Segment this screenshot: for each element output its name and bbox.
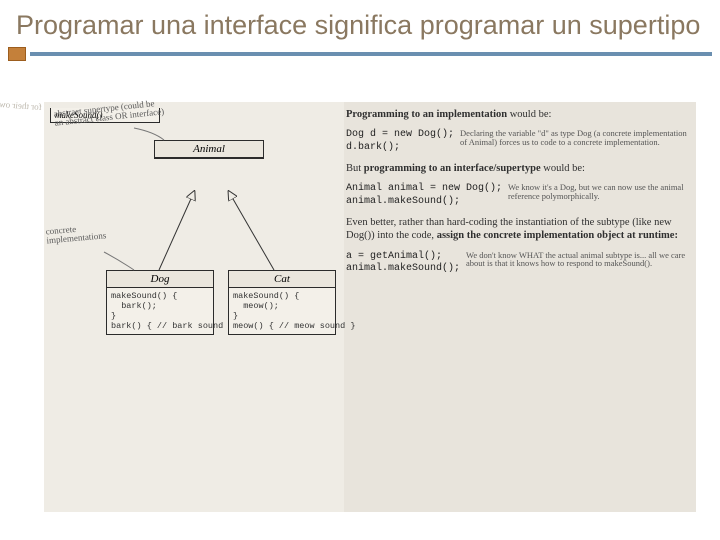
annotation-concrete: concrete implementations bbox=[45, 221, 126, 247]
divider-line bbox=[30, 52, 712, 56]
class-box-cat: Cat makeSound() { meow(); } meow() { // … bbox=[228, 270, 336, 335]
code-2: Animal animal = new Dog(); animal.makeSo… bbox=[346, 183, 502, 208]
annotation-code-2: We know it's a Dog, but we can now use t… bbox=[508, 183, 690, 208]
annotation-supertype: abstract supertype (could be an abstract… bbox=[53, 98, 164, 128]
class-body-dog: makeSound() { bark(); } bark() { // bark… bbox=[107, 288, 213, 334]
para-runtime: Even better, rather than hard-coding the… bbox=[346, 216, 690, 242]
uml-diagram: for their own behaviors. abstract supert… bbox=[44, 102, 344, 512]
para-interface-pre: But bbox=[346, 163, 364, 174]
code-1: Dog d = new Dog(); d.bark(); bbox=[346, 129, 454, 154]
title-rule bbox=[0, 47, 720, 61]
class-box-dog: Dog makeSound() { bark(); } bark() { // … bbox=[106, 270, 214, 335]
code-block-2: Animal animal = new Dog(); animal.makeSo… bbox=[346, 183, 690, 208]
page-title: Programar una interface significa progra… bbox=[0, 0, 720, 45]
para-impl-tail: would be: bbox=[507, 109, 551, 120]
class-name-dog: Dog bbox=[107, 271, 213, 288]
para-runtime-bold: assign the concrete implementation objec… bbox=[437, 230, 678, 241]
para-impl: Programming to an implementation would b… bbox=[346, 108, 690, 121]
annotation-code-3: We don't know WHAT the actual animal sub… bbox=[466, 251, 690, 276]
class-name-cat: Cat bbox=[229, 271, 335, 288]
annotation-code-1: Declaring the variable "d" as type Dog (… bbox=[460, 129, 690, 154]
accent-square bbox=[8, 47, 26, 61]
class-body-dog-text: makeSound() { bark(); } bark() { // bark… bbox=[111, 291, 233, 331]
para-interface: But programming to an interface/supertyp… bbox=[346, 162, 690, 175]
code-3: a = getAnimal(); animal.makeSound(); bbox=[346, 251, 460, 276]
code-block-3: a = getAnimal(); animal.makeSound(); We … bbox=[346, 251, 690, 276]
para-interface-bold: programming to an interface/supertype bbox=[364, 163, 541, 174]
slide-content: for their own behaviors. abstract supert… bbox=[44, 102, 696, 512]
class-body-cat-text: makeSound() { meow(); } meow() { // meow… bbox=[233, 291, 355, 331]
ghost-text: for their own behaviors. bbox=[0, 96, 42, 112]
para-interface-tail: would be: bbox=[541, 163, 585, 174]
explanation-text: Programming to an implementation would b… bbox=[344, 102, 696, 512]
code-block-1: Dog d = new Dog(); d.bark(); Declaring t… bbox=[346, 129, 690, 154]
para-impl-bold: Programming to an implementation bbox=[346, 109, 507, 120]
class-box-animal: Animal bbox=[154, 140, 264, 159]
class-body-cat: makeSound() { meow(); } meow() { // meow… bbox=[229, 288, 335, 334]
class-name-animal: Animal bbox=[155, 141, 263, 158]
